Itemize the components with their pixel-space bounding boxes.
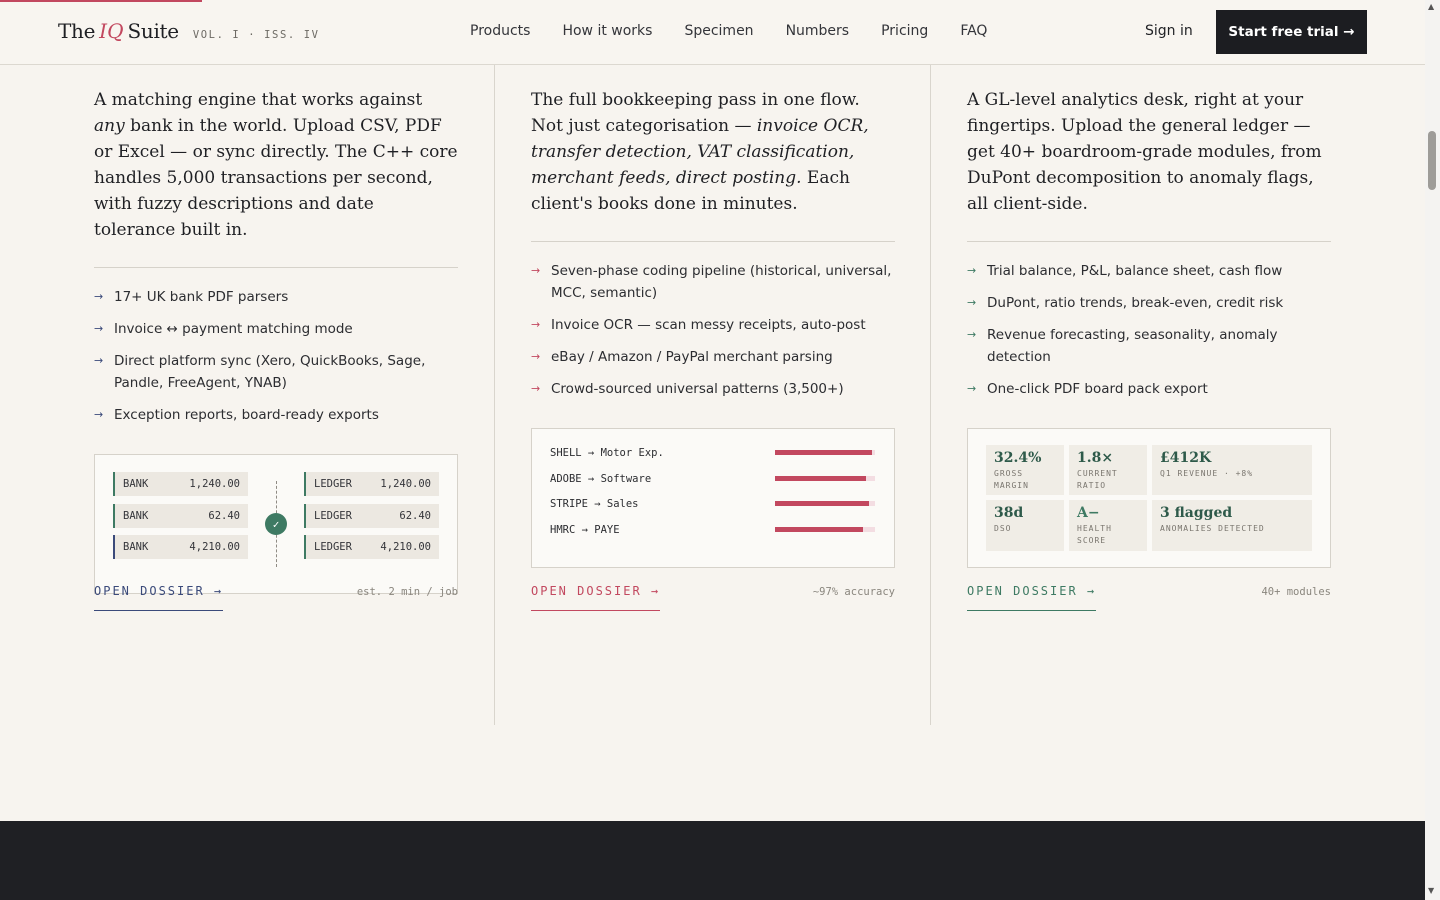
feature-list: → 17+ UK bank PDF parsers → Invoice ↔ paym… [94,286,458,426]
brand-word-iq: IQ [99,19,124,43]
feature-item: → Invoice OCR — scan messy receipts, auto… [531,314,895,336]
divider [531,241,895,242]
scroll-up-icon[interactable]: ▲ [1428,2,1434,11]
dossier-row: OPEN DOSSIER → ~97% accuracy [531,584,895,611]
brand-word-the: The [58,19,96,43]
bank-row: BANK 62.40 [113,504,248,528]
ledger-row: LEDGER 1,240.00 [304,472,439,496]
kpi-tile: £412K Q1 REVENUE · +8% [1152,445,1312,495]
coding-preview-card: SHELL → Motor Exp. ADOBE → Software STRI… [531,428,895,568]
arrow-icon: → [531,264,541,277]
open-dossier-link[interactable]: OPEN DOSSIER → [94,584,224,611]
bank-row: BANK 4,210.00 [113,535,248,559]
dossier-meta: 40+ modules [1261,586,1331,598]
product-column-analytics: A GL-level analytics desk, right at your… [967,65,1331,568]
arrow-icon: → [967,264,977,277]
open-dossier-link[interactable]: OPEN DOSSIER → [967,584,1097,611]
ledger-row: LEDGER 62.40 [304,504,439,528]
column-divider [930,65,931,725]
feature-list: → Trial balance, P&L, balance sheet, cash… [967,260,1331,400]
arrow-icon: → [531,318,541,331]
top-navigation-bar: The IQ Suite VOL. I · ISS. IV Products H… [0,0,1425,65]
feature-item: → Crowd-sourced universal patterns (3,500… [531,378,895,400]
product-column-bookkeeping: The full bookkeeping pass in one flow. N… [531,65,895,568]
product-lead-text: A GL-level analytics desk, right at your… [967,90,1322,214]
feature-item: → Invoice ↔ payment matching mode [94,318,458,340]
check-icon: ✓ [265,513,287,535]
arrow-icon: → [967,296,977,309]
dossier-meta: est. 2 min / job [356,586,458,598]
kpi-tile: 38d DSO [986,500,1064,551]
matching-preview-card: BANK 1,240.00 BANK 62.40 BANK 4,210.00 ✓ LE… [94,454,458,594]
kpi-tile: 3 flagged ANOMALIES DETECTED [1152,500,1312,551]
product-lead-text: A matching engine that works against any… [94,90,458,240]
page-scrollbar[interactable]: ▲ ▼ [1425,0,1440,900]
brand-logo[interactable]: The IQ Suite VOL. I · ISS. IV [58,19,320,43]
feature-item: → eBay / Amazon / PayPal merchant parsing [531,346,895,368]
analytics-preview-card: 32.4% GROSS MARGIN 1.8× CURRENT RATIO £412… [967,428,1331,568]
kpi-tile: 32.4% GROSS MARGIN [986,445,1064,495]
brand-word-suite: Suite [127,19,179,43]
nav-numbers[interactable]: Numbers [786,23,850,39]
nav-specimen[interactable]: Specimen [684,23,753,39]
arrow-icon: → [94,408,104,421]
reading-progress-bar [0,0,202,2]
start-free-trial-button[interactable]: Start free trial → [1216,10,1367,54]
kpi-tile: A− HEALTH SCORE [1069,500,1147,551]
kpi-tile: 1.8× CURRENT RATIO [1069,445,1147,495]
arrow-icon: → [967,382,977,395]
main-nav: Products How it works Specimen Numbers P… [470,23,987,39]
dossier-row: OPEN DOSSIER → 40+ modules [967,584,1331,611]
feature-item: → Exception reports, board-ready exports [94,404,458,426]
scrollbar-thumb[interactable] [1428,131,1436,190]
coding-row: ADOBE → Software [550,473,875,485]
feature-item: → DuPont, ratio trends, break-even, credi… [967,292,1331,314]
nav-faq[interactable]: FAQ [960,23,987,39]
ledger-row: LEDGER 4,210.00 [304,535,439,559]
product-column-reconciliation: A matching engine that works against any… [94,65,458,594]
confidence-bar [775,476,875,481]
coding-row: SHELL → Motor Exp. [550,447,875,459]
arrow-icon: → [967,328,977,341]
feature-item: → 17+ UK bank PDF parsers [94,286,458,308]
arrow-icon: → [94,354,104,367]
dark-section [0,821,1425,900]
confidence-bar [775,450,875,455]
arrow-icon: → [531,350,541,363]
issue-label: VOL. I · ISS. IV [192,29,320,41]
bank-row: BANK 1,240.00 [113,472,248,496]
arrow-icon: → [94,322,104,335]
open-dossier-link[interactable]: OPEN DOSSIER → [531,584,661,611]
feature-list: → Seven-phase coding pipeline (historical… [531,260,895,400]
coding-row: HMRC → PAYE [550,524,875,536]
nav-pricing[interactable]: Pricing [881,23,928,39]
nav-products[interactable]: Products [470,23,530,39]
divider [967,241,1331,242]
product-lead-text: The full bookkeeping pass in one flow. N… [531,90,869,214]
dossier-row: OPEN DOSSIER → est. 2 min / job [94,584,458,611]
confidence-bar [775,501,875,506]
nav-how-it-works[interactable]: How it works [562,23,652,39]
coding-row: STRIPE → Sales [550,498,875,510]
arrow-icon: → [531,382,541,395]
feature-item: → Direct platform sync (Xero, QuickBooks,… [94,350,458,394]
scroll-down-icon[interactable]: ▼ [1428,886,1434,895]
column-divider [494,65,495,725]
divider [94,267,458,268]
feature-item: → One-click PDF board pack export [967,378,1331,400]
confidence-bar [775,527,875,532]
feature-item: → Seven-phase coding pipeline (historical… [531,260,895,304]
feature-item: → Revenue forecasting, seasonality, anoma… [967,324,1331,368]
dossier-meta: ~97% accuracy [812,586,895,598]
arrow-icon: → [94,290,104,303]
sign-in-link[interactable]: Sign in [1145,23,1193,39]
feature-item: → Trial balance, P&L, balance sheet, cash… [967,260,1331,282]
